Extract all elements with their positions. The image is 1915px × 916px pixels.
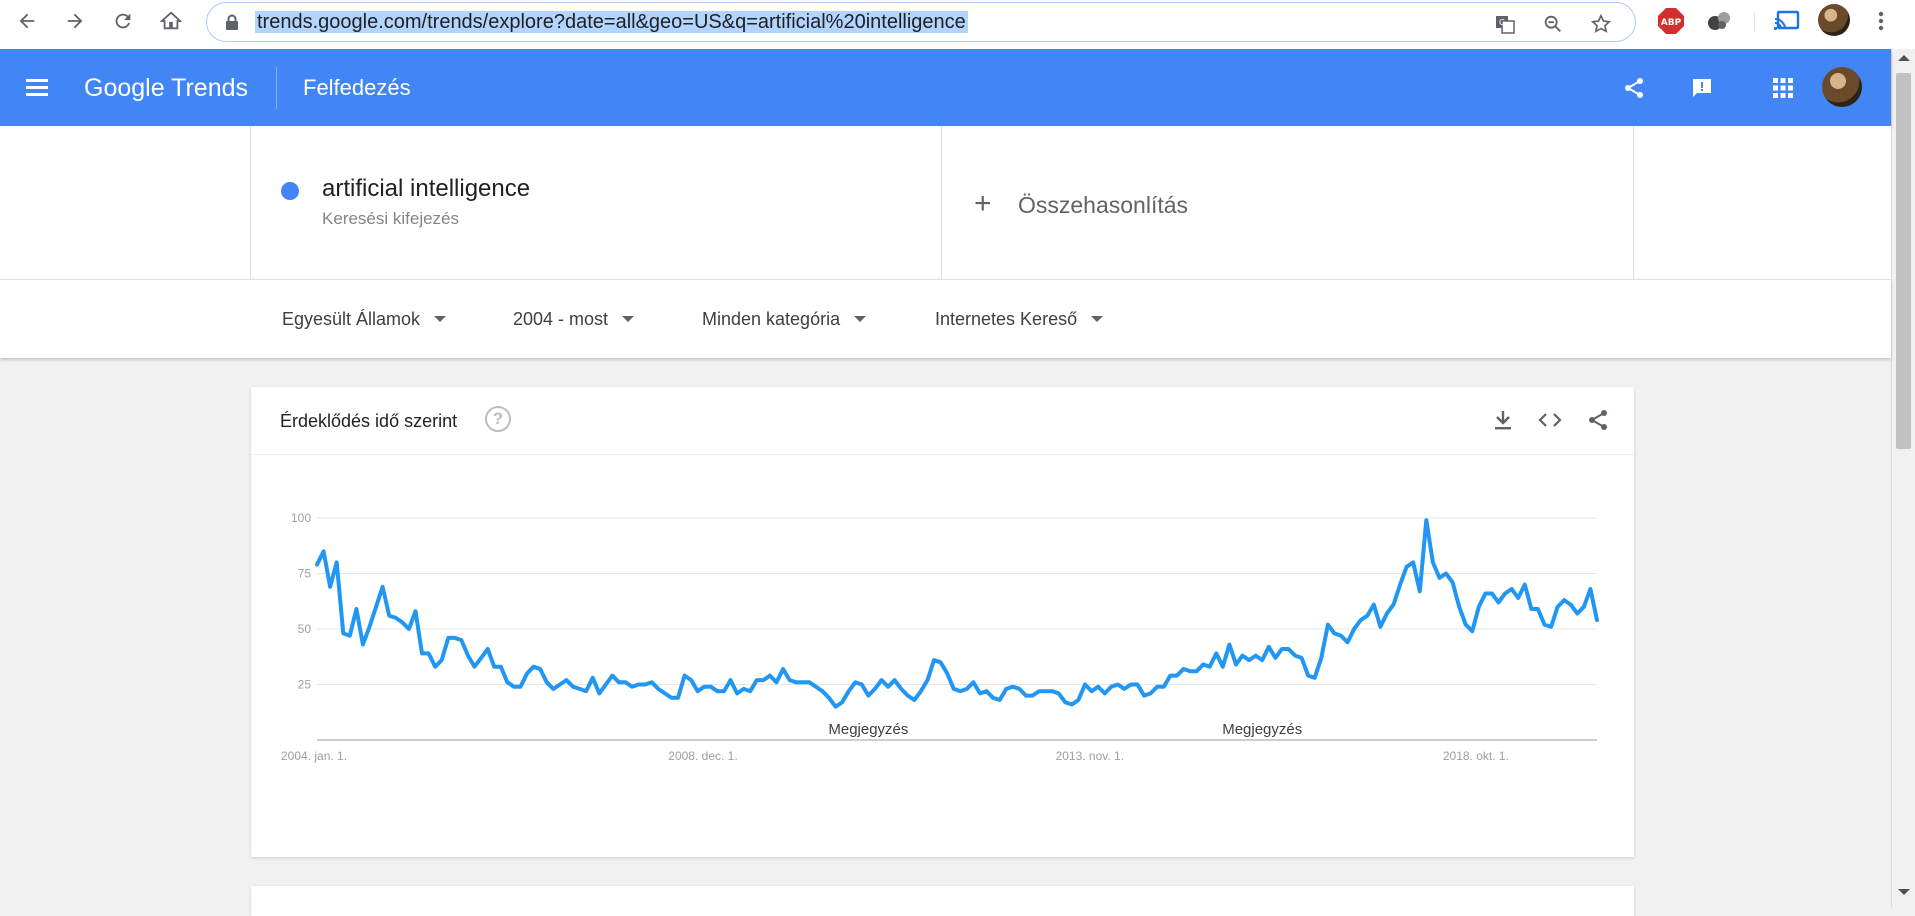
region-filter[interactable]: Egyesült Államok xyxy=(282,307,447,331)
back-icon[interactable] xyxy=(12,6,42,36)
series-line xyxy=(315,518,1599,709)
forward-icon[interactable] xyxy=(60,6,90,36)
scroll-thumb[interactable] xyxy=(1896,73,1911,449)
home-icon[interactable] xyxy=(156,6,186,36)
account-avatar[interactable] xyxy=(1822,67,1862,107)
interest-over-time-card: Érdeklődés idő szerint ? 25 50 75 100 2004. … xyxy=(251,387,1634,857)
y-tick-label: 75 xyxy=(298,567,312,581)
x-tick-label: 2008. dec. 1. xyxy=(668,749,737,763)
search-type-filter[interactable]: Internetes Kereső xyxy=(935,307,1104,331)
region-filter-label: Egyesült Államok xyxy=(282,309,421,329)
lock-icon xyxy=(226,14,238,30)
translate-icon[interactable]: G xyxy=(1490,9,1520,39)
brand-trends: Trends xyxy=(171,74,249,102)
search-term-card[interactable]: artificial intelligence Keresési kifejez… xyxy=(250,126,942,279)
x-tick-label: 2013. nov. 1. xyxy=(1056,749,1125,763)
adblock-label: ABP xyxy=(1661,18,1682,28)
page-scrollbar[interactable] xyxy=(1891,49,1915,908)
trends-header: Google Trends Felfedezés xyxy=(0,49,1891,126)
google-trends-logo[interactable]: Google Trends xyxy=(84,73,248,103)
period-filter[interactable]: 2004 - most xyxy=(513,307,635,331)
hamburger-menu-icon[interactable] xyxy=(24,75,52,99)
feedback-icon[interactable] xyxy=(1685,71,1719,105)
y-tick-label: 100 xyxy=(291,511,311,525)
reload-icon[interactable] xyxy=(108,6,138,36)
extension-icon[interactable] xyxy=(1704,6,1734,36)
interest-line-chart: 25 50 75 100 2004. jan. 1. 2008. dec. 1. 2013.… xyxy=(281,511,1599,763)
term-color-dot xyxy=(281,182,299,200)
x-tick-label: 2018. okt. 1. xyxy=(1443,749,1509,763)
adblock-icon[interactable]: ABP xyxy=(1656,6,1686,36)
address-bar[interactable]: trends.google.com/trends/explore?date=al… xyxy=(206,2,1636,42)
help-icon[interactable]: ? xyxy=(485,406,511,432)
bookmark-star-icon[interactable] xyxy=(1586,9,1616,39)
search-term-type: Keresési kifejezés xyxy=(322,209,460,228)
svg-text:G: G xyxy=(1499,18,1505,27)
dropdown-caret-icon xyxy=(622,316,635,322)
compare-label: Összehasonlítás xyxy=(1018,192,1189,218)
scroll-up-arrow[interactable] xyxy=(1898,55,1910,61)
page-title: Felfedezés xyxy=(303,75,411,100)
annotation-label: Megjegyzés xyxy=(828,721,908,738)
download-icon[interactable] xyxy=(1489,406,1517,434)
category-filter[interactable]: Minden kategória xyxy=(702,307,867,331)
url-text[interactable]: trends.google.com/trends/explore?date=al… xyxy=(255,11,968,33)
chart-card-header: Érdeklődés idő szerint ? xyxy=(251,387,1634,455)
zoom-icon[interactable] xyxy=(1538,9,1568,39)
y-tick-label: 50 xyxy=(298,622,312,636)
category-filter-label: Minden kategória xyxy=(702,309,841,329)
compare-button[interactable]: + Összehasonlítás xyxy=(942,126,1634,279)
dropdown-caret-icon xyxy=(434,316,447,322)
annotation-label: Megjegyzés xyxy=(1222,721,1302,738)
search-terms-panel: artificial intelligence Keresési kifejez… xyxy=(0,126,1891,279)
scroll-down-arrow[interactable] xyxy=(1898,889,1910,895)
browser-toolbar: trends.google.com/trends/explore?date=al… xyxy=(0,0,1915,49)
filter-bar: Egyesült Államok 2004 - most Minden kate… xyxy=(0,279,1891,358)
y-tick-label: 25 xyxy=(298,678,312,692)
add-icon: + xyxy=(974,187,992,220)
browser-menu-icon[interactable] xyxy=(1868,6,1894,36)
share-icon[interactable] xyxy=(1617,71,1651,105)
search-type-filter-label: Internetes Kereső xyxy=(935,309,1078,329)
brand-google: Google xyxy=(84,74,165,102)
cast-icon[interactable] xyxy=(1772,6,1802,36)
dropdown-caret-icon xyxy=(854,316,867,322)
dropdown-caret-icon xyxy=(1091,316,1104,322)
chart-share-icon[interactable] xyxy=(1584,406,1612,434)
apps-grid-icon[interactable] xyxy=(1766,71,1800,105)
browser-profile-avatar[interactable] xyxy=(1818,4,1850,36)
x-tick-label: 2004. jan. 1. xyxy=(281,749,347,763)
toolbar-divider xyxy=(1754,12,1755,32)
chart-title: Érdeklődés idő szerint xyxy=(280,411,458,431)
embed-code-icon[interactable] xyxy=(1536,406,1564,434)
search-term-name[interactable]: artificial intelligence xyxy=(322,175,530,203)
period-filter-label: 2004 - most xyxy=(513,309,609,329)
header-divider xyxy=(276,67,277,109)
next-card xyxy=(251,886,1634,916)
